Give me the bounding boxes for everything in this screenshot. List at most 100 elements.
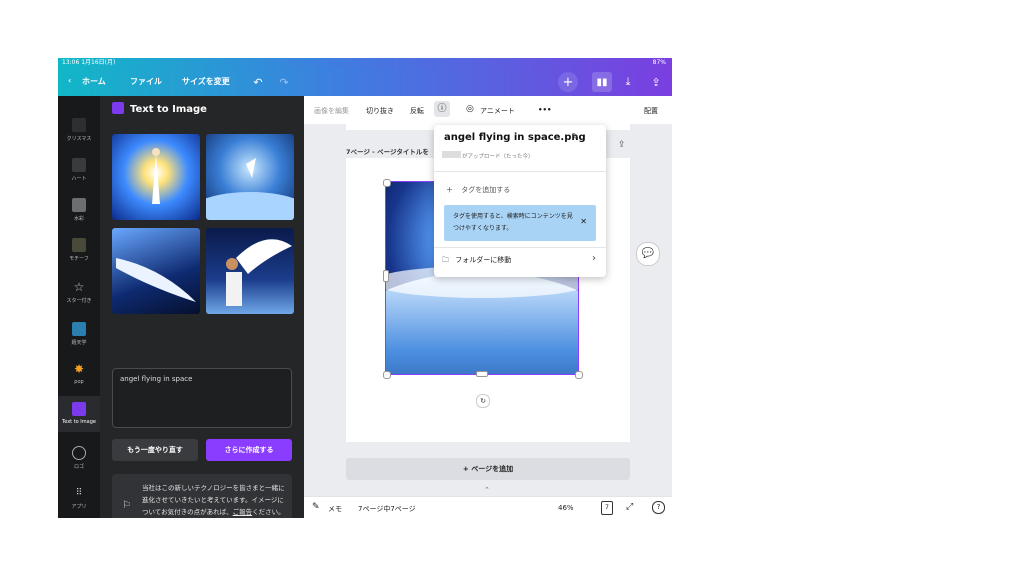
notice-text-block: 当社はこの新しいテクノロジーを皆さまと一緒に進化させていきたいと考えています。イ… <box>142 482 288 518</box>
add-tag-label: タグを追加する <box>461 186 511 194</box>
rail-label: スター付き <box>66 298 92 304</box>
battery-level: 87% <box>652 59 666 66</box>
zoom-level[interactable]: 46% <box>558 504 574 512</box>
file-name[interactable]: angel flying in space.png <box>444 132 586 143</box>
status-bar: 13:06 1月16日(月) 87% <box>58 58 672 68</box>
resize-handle-bottom-left[interactable] <box>383 371 391 379</box>
rail-label: Text to Image <box>62 419 96 425</box>
rail-item-apps[interactable]: ⠿ アプリ <box>58 486 100 510</box>
chevron-right-icon[interactable]: › <box>592 253 596 264</box>
text-to-image-logo-icon <box>112 102 124 114</box>
crop-button[interactable]: 切り抜き <box>366 106 394 116</box>
left-rail: クリスマス ハート 水彩 モチーフ ☆ スター付き 嬉天学 ✸ pop Text <box>58 96 100 518</box>
page-counter: 7ページ中7ページ <box>358 505 416 513</box>
add-collaborator-button[interactable]: + <box>558 72 578 92</box>
page-title-label[interactable]: 7ページ - ページタイトルを <box>346 146 429 156</box>
plus-icon: ＋ <box>446 186 453 194</box>
rail-item-starred[interactable]: ☆ スター付き <box>58 280 100 304</box>
rail-label: 水彩 <box>73 216 84 222</box>
help-icon[interactable]: ? <box>652 501 665 514</box>
add-comment-icon[interactable]: 💬 <box>636 242 660 266</box>
rail-item-heart[interactable]: ハート <box>58 158 100 182</box>
astronomy-icon <box>72 322 86 336</box>
create-more-button[interactable]: さらに作成する <box>206 439 292 461</box>
download-icon[interactable]: ⤓ <box>618 72 638 92</box>
divider <box>434 247 606 248</box>
motif-icon <box>72 238 86 252</box>
edit-image-button[interactable]: 画像を編集 <box>314 106 349 116</box>
rail-label: pop <box>74 379 84 385</box>
rail-item-text-to-image[interactable]: Text to Image <box>58 396 100 432</box>
resize-handle-bottom[interactable] <box>476 371 488 377</box>
resize-handle-left[interactable] <box>383 270 389 282</box>
report-link[interactable]: ご報告 <box>233 508 253 516</box>
share-icon[interactable]: ⇪ <box>646 72 666 92</box>
generated-image-4[interactable] <box>206 228 294 314</box>
bottom-bar: ✎ メモ 7ページ中7ページ 46% 7 ⤢ ? <box>304 496 672 518</box>
tag-tip-banner: タグを使用すると、検索時にコンテンツを見つけやすくなります。 ✕ <box>444 205 596 241</box>
page-share-icon[interactable]: ⇪ <box>618 140 626 150</box>
flag-icon: ⚐ <box>122 500 131 511</box>
move-to-folder-button[interactable]: 🗀 フォルダーに移動 <box>442 255 511 267</box>
rail-item-watercolor[interactable]: 水彩 <box>58 198 100 222</box>
upload-info: がアップロード（たった今） <box>462 154 534 160</box>
divider <box>434 171 606 172</box>
undo-icon[interactable]: ↶ <box>248 72 268 92</box>
rail-item-logo[interactable]: ロゴ <box>58 446 100 470</box>
rail-item-motif[interactable]: モチーフ <box>58 238 100 262</box>
rail-label: モチーフ <box>69 256 89 262</box>
rotate-icon[interactable]: ↻ <box>476 394 490 408</box>
position-button[interactable]: 配置 <box>644 106 658 116</box>
heart-icon <box>72 158 86 172</box>
animate-button[interactable]: アニメート <box>480 106 515 116</box>
more-options-button[interactable]: ••• <box>538 106 551 114</box>
prompt-input[interactable]: angel flying in space <box>112 368 292 428</box>
notes-icon[interactable]: ✎ <box>312 502 320 512</box>
resize-handle-bottom-right[interactable] <box>575 371 583 379</box>
add-page-button[interactable]: + ページを追加 <box>346 458 630 480</box>
page-grid-button[interactable]: 7 <box>601 501 613 515</box>
angel-girl-icon <box>226 239 292 306</box>
move-folder-label: フォルダーに移動 <box>455 256 512 264</box>
christmas-icon <box>72 118 86 132</box>
pop-icon: ✸ <box>73 362 85 376</box>
edit-pencil-icon[interactable]: ✎ <box>571 132 579 143</box>
feedback-notice: ⚐ 当社はこの新しいテクノロジーを皆さまと一緒に進化させていきたいと考えています… <box>112 474 292 518</box>
panel-title: Text to Image <box>130 104 207 115</box>
star-icon: ☆ <box>73 280 85 294</box>
status-time: 13:06 1月16日(月) <box>62 59 116 66</box>
rail-item-astronomy[interactable]: 嬉天学 <box>58 322 100 346</box>
logo-icon <box>72 446 86 460</box>
rail-item-pop[interactable]: ✸ pop <box>58 362 100 385</box>
add-tag-button[interactable]: ＋ タグを追加する <box>446 185 510 195</box>
back-chevron-icon[interactable]: ‹ <box>68 76 71 85</box>
home-button[interactable]: ホーム <box>82 76 106 87</box>
file-menu-button[interactable]: ファイル <box>130 76 162 87</box>
angel-figure-icon <box>152 148 160 204</box>
retry-button[interactable]: もう一度やり直す <box>112 439 198 461</box>
animate-icon[interactable]: ◎ <box>466 104 474 114</box>
flip-button[interactable]: 反転 <box>410 106 424 116</box>
file-info-popup: angel flying in space.png ✎ がアップロード（たった今… <box>434 125 606 277</box>
earth-horizon-icon <box>206 158 294 220</box>
generated-image-3[interactable] <box>112 228 200 314</box>
fullscreen-icon[interactable]: ⤢ <box>626 502 633 512</box>
context-toolbar: 画像を編集 切り抜き 反転 ⓘ ◎ アニメート ••• 配置 <box>304 96 672 125</box>
close-icon[interactable]: ✕ <box>580 216 587 228</box>
info-icon[interactable]: ⓘ <box>434 101 450 117</box>
uploader-name-redacted <box>442 151 461 158</box>
resize-handle-top-left[interactable] <box>383 179 391 187</box>
redo-icon[interactable]: ↷ <box>274 72 294 92</box>
generated-image-2[interactable] <box>206 134 294 220</box>
notes-button[interactable]: メモ <box>328 504 342 514</box>
generated-image-1[interactable] <box>112 134 200 220</box>
folder-icon: 🗀 <box>442 256 449 264</box>
resize-button[interactable]: サイズを変更 <box>182 76 230 87</box>
apps-grid-icon: ⠿ <box>75 488 83 498</box>
rail-item-christmas[interactable]: クリスマス <box>58 118 100 142</box>
insights-icon[interactable]: ▮▮ <box>592 72 612 92</box>
expand-pages-icon[interactable]: ⌃ <box>484 486 490 494</box>
rail-label: アプリ <box>71 504 87 510</box>
notice-tail: ください。 <box>252 508 285 516</box>
rail-label: ロゴ <box>73 464 84 470</box>
